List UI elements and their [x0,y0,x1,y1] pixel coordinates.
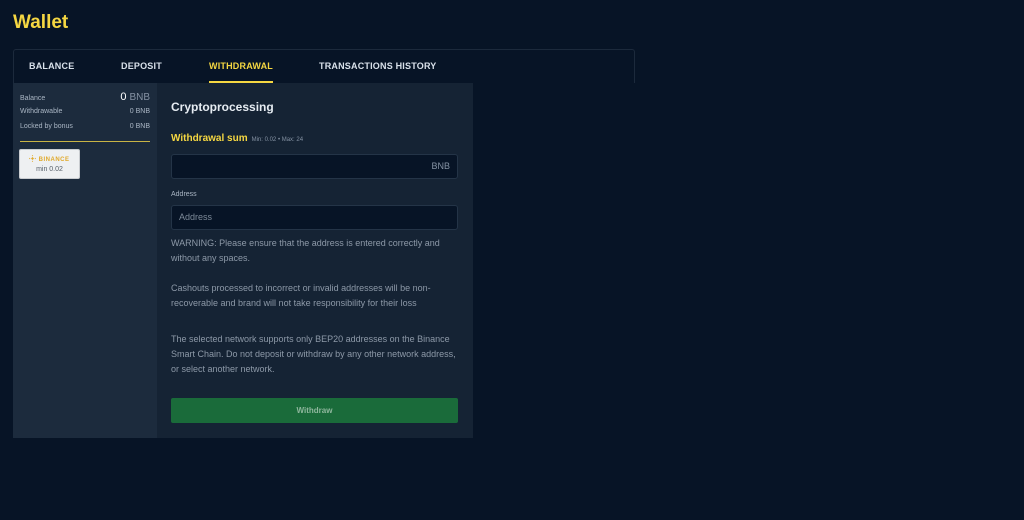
tab-withdrawal[interactable]: WITHDRAWAL [209,50,273,83]
page-title: Wallet [13,12,69,33]
balance-label: Balance [20,95,46,102]
binance-icon [29,155,37,162]
sum-limits-hint: Min: 0.02 • Max: 24 [251,137,304,143]
withdraw-button[interactable]: Withdraw [171,398,458,423]
currency-suffix: BNB [431,161,450,171]
cashout-note: Cashouts processed to incorrect or inval… [171,283,431,308]
balance-sidebar: Balance 0 BNB Withdrawable 0 BNB Locked b… [13,83,157,438]
withdrawable-label: Withdrawable [20,108,63,115]
tab-transactions-history[interactable]: TRANSACTIONS HISTORY [319,50,437,83]
locked-value: 0 BNB [129,123,150,130]
divider [20,141,150,142]
address-label: Address [171,191,197,198]
tab-deposit[interactable]: DEPOSIT [121,50,162,83]
wallet-tabs: BALANCE DEPOSIT WITHDRAWAL TRANSACTIONS … [13,49,635,83]
address-placeholder: Address [179,212,213,222]
tab-balance[interactable]: BALANCE [29,50,74,83]
address-input[interactable]: Address [171,205,458,230]
withdrawable-value: 0 BNB [129,108,150,115]
locked-label: Locked by bonus [20,123,73,130]
withdrawal-sum-label: Withdrawal sum Min: 0.02 • Max: 24 [171,133,304,144]
balance-row: Balance 0 BNB [20,91,150,103]
method-min-label: min 0.02 [36,166,63,173]
form-title: Cryptoprocessing [171,100,274,114]
withdrawable-row: Withdrawable 0 BNB [20,108,150,115]
withdrawal-form: Cryptoprocessing Withdrawal sum Min: 0.02… [157,83,473,438]
payment-method-binance[interactable]: BINANCE min 0.02 [19,149,80,179]
withdrawal-amount-input[interactable]: BNB [171,154,458,179]
binance-logo: BINANCE [20,155,79,163]
warning-text: WARNING: Please ensure that the address … [171,238,440,263]
locked-row: Locked by bonus 0 BNB [20,123,150,130]
balance-value: 0 BNB [120,91,150,103]
network-note: The selected network supports only BEP20… [171,334,456,374]
